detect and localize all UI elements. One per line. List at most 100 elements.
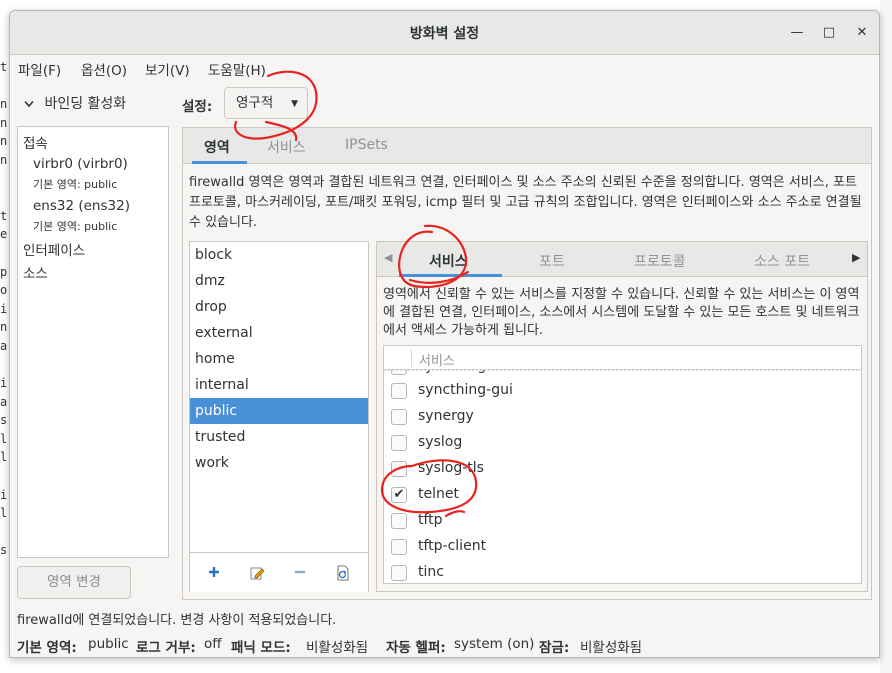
title-bar: 방화벽 설정 — □ ✕ — [10, 11, 879, 55]
default-zone-label: 기본 영역: — [17, 640, 77, 656]
service-name: tftp-client — [418, 538, 487, 554]
status-message: firewalld에 연결되었습니다. 변경 사항이 적용되었습니다. — [17, 613, 337, 628]
maximize-button[interactable]: □ — [820, 24, 838, 42]
zones-notebook: 영역 서비스 IPSets firewalld 영역은 영역과 결합된 네트워크… — [182, 127, 872, 600]
service-name: tinc — [418, 564, 444, 580]
firewall-config-window: 방화벽 설정 — □ ✕ 파일(F) 옵션(O) 보기(V) 도움말(H) 바인… — [9, 10, 880, 658]
load-defaults-icon[interactable] — [335, 565, 351, 581]
menu-bar: 파일(F) 옵션(O) 보기(V) 도움말(H) — [10, 55, 879, 81]
log-denied-label: 로그 거부: — [136, 640, 196, 656]
service-name: synergy — [418, 408, 474, 424]
menu-help[interactable]: 도움말(H) — [208, 59, 266, 79]
add-zone-icon[interactable] — [206, 565, 222, 581]
zone-item[interactable]: home — [190, 346, 368, 372]
panic-mode-value: 비활성화됨 — [306, 640, 369, 656]
service-checkbox[interactable] — [391, 513, 407, 529]
tree-connection-ens32[interactable]: ens32 (ens32) — [33, 198, 130, 214]
lockdown-label: 잠금: — [539, 640, 570, 656]
zone-item[interactable]: trusted — [190, 424, 368, 450]
service-row[interactable]: tftp-client — [384, 534, 861, 560]
zone-settings-notebook: ◀ 서비스 포트 프로토콜 소스 포트 ▶ 영역에서 신뢰할 수 있는 서비스를… — [376, 241, 868, 592]
active-inner-tab-indicator — [399, 274, 502, 277]
tab-services[interactable]: 서비스 — [267, 137, 306, 157]
service-checkbox[interactable] — [391, 461, 407, 477]
tabs-scroll-right-icon[interactable]: ▶ — [852, 251, 860, 264]
remove-zone-icon[interactable] — [292, 565, 308, 581]
service-row[interactable]: tinc — [384, 560, 861, 583]
service-row[interactable]: syslog-tls — [384, 456, 861, 482]
tab-zones[interactable]: 영역 — [204, 137, 230, 157]
tree-sources[interactable]: 소스 — [23, 262, 48, 282]
auto-helper-value: system (on) — [454, 636, 535, 652]
tree-interfaces[interactable]: 인터페이스 — [23, 239, 85, 259]
main-tabs: 영역 서비스 IPSets — [183, 128, 871, 164]
binding-expander[interactable]: 바인딩 활성화 — [24, 93, 126, 113]
tree-connection-virbr0-zone: 기본 영역: public — [33, 178, 118, 191]
service-checkbox[interactable] — [391, 409, 407, 425]
config-dropdown[interactable]: 영구적 ▼ — [224, 87, 308, 119]
service-checkbox[interactable] — [391, 383, 407, 399]
zone-item[interactable]: drop — [190, 294, 368, 320]
service-list[interactable]: syncthing syncthing-gui synergy syslog s… — [383, 345, 862, 584]
zone-item[interactable]: external — [190, 320, 368, 346]
status-bar: 기본 영역: public 로그 거부: off 패닉 모드: 비활성화됨 자동… — [10, 633, 879, 657]
tab-zone-services[interactable]: 서비스 — [429, 251, 468, 271]
minimize-button[interactable]: — — [788, 24, 806, 42]
panic-mode-label: 패닉 모드: — [231, 640, 291, 656]
close-button[interactable]: ✕ — [853, 24, 871, 42]
service-row[interactable]: syncthing-gui — [384, 378, 861, 404]
service-row[interactable]: synergy — [384, 404, 861, 430]
active-tab-indicator — [192, 161, 247, 164]
edit-zone-icon[interactable] — [249, 565, 265, 581]
tree-connection-ens32-zone: 기본 영역: public — [33, 220, 118, 233]
zone-item[interactable]: block — [190, 242, 368, 268]
tabs-scroll-left-icon[interactable]: ◀ — [384, 251, 392, 264]
tab-zone-source-ports[interactable]: 소스 포트 — [754, 251, 810, 271]
zone-item[interactable]: dmz — [190, 268, 368, 294]
config-label: 설정: — [182, 99, 213, 115]
service-checkbox[interactable] — [391, 565, 407, 581]
service-row[interactable]: tftp — [384, 508, 861, 534]
zone-item[interactable]: internal — [190, 372, 368, 398]
service-column-header[interactable]: 서비스 — [419, 350, 455, 369]
service-name: syslog-tls — [418, 460, 484, 476]
zone-item[interactable]: work — [190, 450, 368, 476]
service-name: telnet — [418, 486, 459, 502]
service-row-telnet[interactable]: ✔ telnet — [384, 482, 861, 508]
menu-view[interactable]: 보기(V) — [145, 59, 190, 79]
dropdown-arrow-icon: ▼ — [291, 99, 298, 109]
service-checkbox[interactable] — [391, 539, 407, 555]
service-name: syslog — [418, 434, 463, 450]
lockdown-value: 비활성화됨 — [580, 640, 643, 656]
menu-options[interactable]: 옵션(O) — [81, 59, 127, 79]
tree-connection-virbr0[interactable]: virbr0 (virbr0) — [33, 156, 128, 172]
service-list-header: 서비스 — [384, 346, 861, 371]
window-title: 방화벽 설정 — [409, 26, 480, 42]
tab-zone-ports[interactable]: 포트 — [539, 251, 565, 271]
background-edge — [880, 0, 892, 673]
binding-label: 바인딩 활성화 — [44, 96, 127, 112]
service-checkbox-checked[interactable]: ✔ — [391, 487, 407, 503]
service-name: tftp — [418, 512, 443, 528]
chevron-down-icon — [24, 96, 40, 112]
column-separator — [411, 349, 412, 367]
service-name: syncthing-gui — [418, 382, 513, 398]
auto-helper-label: 자동 헬퍼: — [386, 640, 446, 656]
log-denied-value: off — [204, 636, 222, 652]
zone-list[interactable]: block dmz drop external home internal pu… — [189, 241, 369, 592]
default-zone-value: public — [88, 636, 129, 652]
tab-ipsets[interactable]: IPSets — [345, 137, 388, 153]
zone-item-selected[interactable]: public — [190, 398, 368, 424]
zone-description: firewalld 영역은 영역과 결합된 네트워크 연결, 인터페이스 및 소… — [189, 175, 862, 230]
zone-settings-tabs: ◀ 서비스 포트 프로토콜 소스 포트 ▶ — [377, 242, 867, 277]
binding-tree[interactable]: 접속 virbr0 (virbr0) 기본 영역: public ens32 (… — [17, 126, 169, 558]
service-description: 영역에서 신뢰할 수 있는 서비스를 지정할 수 있습니다. 신뢰할 수 있는 … — [383, 287, 860, 338]
zone-toolbar — [190, 552, 368, 592]
tree-connections[interactable]: 접속 — [23, 132, 48, 152]
menu-file[interactable]: 파일(F) — [18, 59, 61, 79]
service-checkbox[interactable] — [391, 435, 407, 451]
change-zone-button[interactable]: 영역 변경 — [17, 566, 131, 599]
config-value: 영구적 — [236, 95, 274, 111]
tab-zone-protocols[interactable]: 프로토콜 — [634, 251, 686, 271]
service-row[interactable]: syslog — [384, 430, 861, 456]
